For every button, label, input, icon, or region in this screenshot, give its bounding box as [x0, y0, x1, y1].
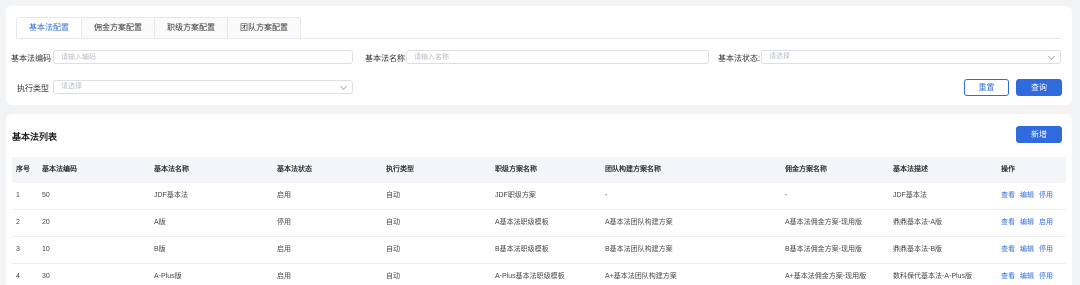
cell-no: 1	[16, 192, 20, 199]
toggle-status-link[interactable]: 停用	[1039, 192, 1053, 199]
edit-link[interactable]: 编辑	[1020, 219, 1034, 226]
tabs-divider	[16, 38, 1062, 39]
col-code: 基本法编码	[42, 166, 77, 173]
exec-select[interactable]: 请选择	[53, 80, 353, 94]
cell-team: A+基本法团队构建方案	[605, 273, 677, 280]
cell-team: -	[605, 192, 608, 199]
col-exec: 执行类型	[386, 166, 414, 173]
cell-no: 3	[16, 246, 20, 253]
cell-desc: 数科保代基本法-A-Plus版	[893, 273, 972, 280]
cell-rank: B基本法职级模板	[495, 246, 549, 253]
cell-rank: A基本法职级模板	[495, 219, 549, 226]
col-team: 团队构建方案名称	[605, 166, 661, 173]
cell-commission: A基本法佣金方案-现用版	[785, 219, 862, 226]
status-select[interactable]: 请选择	[761, 50, 1061, 64]
cell-code: 50	[42, 192, 50, 199]
cell-status: 启用	[277, 192, 291, 199]
col-desc: 基本法描述	[893, 166, 928, 173]
cell-desc: 鼎鼎基本法-A版	[893, 219, 942, 226]
cell-name: A-Plus版	[154, 273, 182, 280]
col-name: 基本法名称	[154, 166, 189, 173]
cell-team: B基本法团队构建方案	[605, 246, 673, 253]
exec-label: 执行类型	[17, 84, 49, 93]
list-panel: 基本法列表 新增 序号 基本法编码 基本法名称 基本法状态 执行类型 职级方案名…	[6, 114, 1072, 285]
exec-select-value: 请选择	[61, 83, 82, 90]
cell-actions: 查看 编辑 停用	[1001, 191, 1058, 201]
cell-no: 2	[16, 219, 20, 226]
cell-rank: JDF职级方案	[495, 192, 536, 199]
view-link[interactable]: 查看	[1001, 246, 1015, 253]
tab-team[interactable]: 团队方案配置	[228, 17, 301, 39]
name-input[interactable]	[406, 50, 709, 64]
toggle-status-link[interactable]: 停用	[1039, 246, 1053, 253]
cell-actions: 查看 编辑 停用	[1001, 272, 1058, 282]
table-row: 3 10 B版 启用 自动 B基本法职级模板 B基本法团队构建方案 B基本法佣金…	[12, 237, 1066, 264]
tab-commission[interactable]: 佣金方案配置	[82, 17, 155, 39]
cell-exec: 自动	[386, 273, 400, 280]
cell-name: B版	[154, 246, 166, 253]
cell-code: 30	[42, 273, 50, 280]
code-label: 基本法编码	[11, 54, 51, 63]
cell-actions: 查看 编辑 启用	[1001, 218, 1058, 228]
col-actions: 操作	[1001, 166, 1015, 173]
filter-panel: 基本法配置 佣金方案配置 职级方案配置 团队方案配置 基本法编码 基本法名称 基…	[6, 6, 1072, 105]
cell-status: 停用	[277, 219, 291, 226]
cell-team: A基本法团队构建方案	[605, 219, 673, 226]
cell-commission: A+基本法佣金方案-现用版	[785, 273, 867, 280]
toggle-status-link[interactable]: 启用	[1039, 219, 1053, 226]
table-row: 1 50 JDF基本法 启用 自动 JDF职级方案 - - JDF基本法 查看编…	[12, 183, 1066, 210]
cell-exec: 自动	[386, 219, 400, 226]
view-link[interactable]: 查看	[1001, 219, 1015, 226]
status-label: 基本法状态:	[718, 54, 761, 63]
cell-actions: 查看 编辑 停用	[1001, 245, 1058, 255]
tab-rank[interactable]: 职级方案配置	[155, 17, 228, 39]
cell-status: 启用	[277, 273, 291, 280]
cell-code: 10	[42, 246, 50, 253]
reset-button[interactable]: 重置	[964, 79, 1009, 96]
table-row: 4 30 A-Plus版 启用 自动 A-Plus基本法职级模板 A+基本法团队…	[12, 264, 1066, 285]
cell-status: 启用	[277, 246, 291, 253]
cell-exec: 自动	[386, 192, 400, 199]
edit-link[interactable]: 编辑	[1020, 273, 1034, 280]
list-title: 基本法列表	[12, 132, 58, 142]
tab-basic-law[interactable]: 基本法配置	[16, 17, 82, 39]
cell-name: A版	[154, 219, 166, 226]
cell-no: 4	[16, 273, 20, 280]
config-tabs: 基本法配置 佣金方案配置 职级方案配置 团队方案配置	[16, 17, 301, 39]
cell-commission: -	[785, 192, 788, 199]
edit-link[interactable]: 编辑	[1020, 246, 1034, 253]
cell-exec: 自动	[386, 246, 400, 253]
code-input[interactable]	[53, 50, 353, 64]
table-row: 2 20 A版 停用 自动 A基本法职级模板 A基本法团队构建方案 A基本法佣金…	[12, 210, 1066, 237]
table-header: 序号 基本法编码 基本法名称 基本法状态 执行类型 职级方案名称 团队构建方案名…	[12, 157, 1066, 183]
toggle-status-link[interactable]: 停用	[1039, 273, 1053, 280]
view-link[interactable]: 查看	[1001, 273, 1015, 280]
col-no: 序号	[16, 166, 30, 173]
chevron-down-icon	[1047, 52, 1056, 61]
cell-desc: JDF基本法	[893, 192, 927, 199]
add-button[interactable]: 新增	[1016, 126, 1062, 143]
name-label: 基本法名称	[365, 54, 405, 63]
chevron-down-icon	[339, 82, 348, 91]
cell-commission: B基本法佣金方案-现用版	[785, 246, 862, 253]
cell-name: JDF基本法	[154, 192, 188, 199]
col-status: 基本法状态	[277, 166, 312, 173]
view-link[interactable]: 查看	[1001, 192, 1015, 199]
cell-desc: 鼎鼎基本法-B版	[893, 246, 942, 253]
status-select-value: 请选择	[769, 53, 790, 60]
col-commission: 佣金方案名称	[785, 166, 827, 173]
col-rank: 职级方案名称	[495, 166, 537, 173]
cell-code: 20	[42, 219, 50, 226]
edit-link[interactable]: 编辑	[1020, 192, 1034, 199]
search-button[interactable]: 查询	[1016, 79, 1062, 96]
cell-rank: A-Plus基本法职级模板	[495, 273, 565, 280]
